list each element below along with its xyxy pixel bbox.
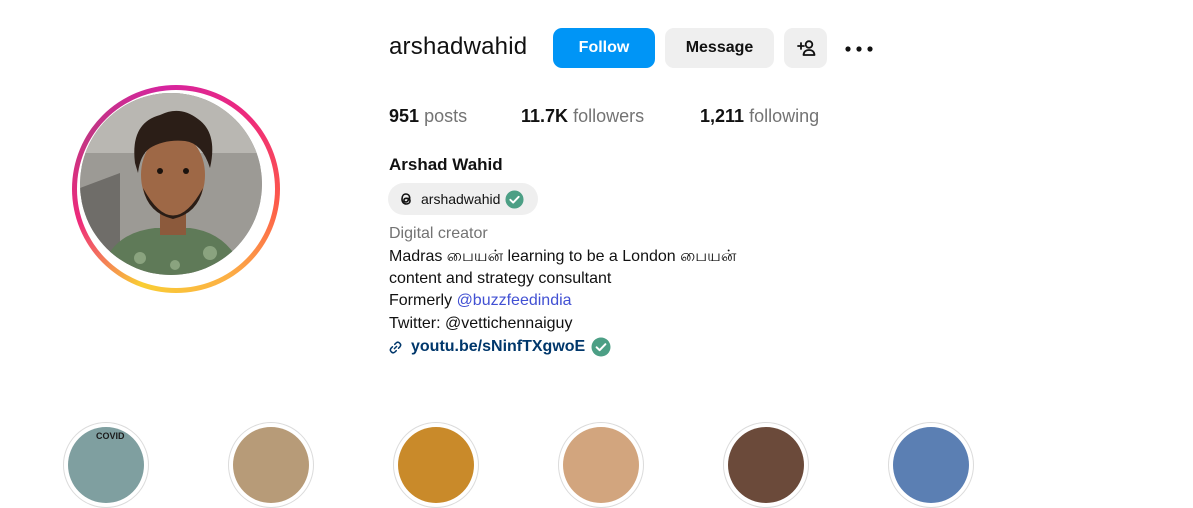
- threads-icon: [401, 193, 411, 205]
- highlight-cover: [398, 427, 474, 503]
- posts-count: 951: [389, 106, 420, 126]
- profile-link-url[interactable]: youtu.be/sNinfTXgwoE: [411, 338, 585, 356]
- highlight-cover: [728, 427, 804, 503]
- verified-badge-icon: [505, 189, 524, 209]
- profile-username: arshadwahid: [389, 33, 528, 60]
- avatar-photo: [80, 93, 262, 275]
- follow-button[interactable]: Follow: [553, 28, 655, 68]
- link-icon: [389, 340, 402, 354]
- bio-line-2: content and strategy consultant: [389, 270, 612, 287]
- threads-handle: arshadwahid: [421, 191, 501, 207]
- following-count: 1,211: [700, 106, 745, 126]
- bio-line-3: Formerly @buzzfeedindia: [389, 292, 572, 310]
- highlight-cover: [893, 427, 969, 503]
- stat-followers[interactable]: 11.7K followers: [521, 106, 644, 127]
- following-label: following: [749, 106, 820, 126]
- story-highlight[interactable]: [393, 422, 479, 508]
- threads-badge-link[interactable]: arshadwahid: [388, 183, 538, 215]
- posts-label: posts: [424, 106, 468, 126]
- profile-avatar-ring[interactable]: [72, 85, 280, 293]
- profile-full-name: Arshad Wahid: [389, 155, 503, 174]
- message-button[interactable]: Message: [665, 28, 774, 68]
- highlight-cover: [563, 427, 639, 503]
- verified-badge-icon: [591, 337, 611, 357]
- story-highlight[interactable]: [888, 422, 974, 508]
- profile-external-link[interactable]: youtu.be/sNinfTXgwoE: [388, 337, 611, 357]
- stat-following[interactable]: 1,211 following: [700, 106, 819, 127]
- followers-count: 11.7K: [521, 106, 569, 126]
- story-highlight[interactable]: [558, 422, 644, 508]
- bio-mention-link[interactable]: @buzzfeedindia: [457, 292, 572, 309]
- highlight-cover-text: COVID: [96, 431, 125, 441]
- highlight-cover: COVID: [68, 427, 144, 503]
- highlight-cover: [233, 427, 309, 503]
- bio-line-1: Madras பையன் learning to be a London பைய…: [389, 248, 737, 265]
- avatar[interactable]: [80, 93, 262, 275]
- followers-label: followers: [573, 106, 645, 126]
- add-person-icon: [796, 40, 815, 56]
- bio-line-4: Twitter: @vettichennaiguy: [389, 315, 573, 332]
- suggest-accounts-button[interactable]: [784, 28, 827, 68]
- story-highlight[interactable]: [228, 422, 314, 508]
- more-dots-icon: [845, 45, 873, 52]
- bio-formerly-text: Formerly: [389, 292, 457, 309]
- story-highlight[interactable]: [723, 422, 809, 508]
- profile-category: Digital creator: [389, 225, 488, 242]
- story-highlight[interactable]: COVID: [63, 422, 149, 508]
- more-options-button[interactable]: [838, 30, 876, 66]
- stat-posts: 951 posts: [389, 106, 467, 127]
